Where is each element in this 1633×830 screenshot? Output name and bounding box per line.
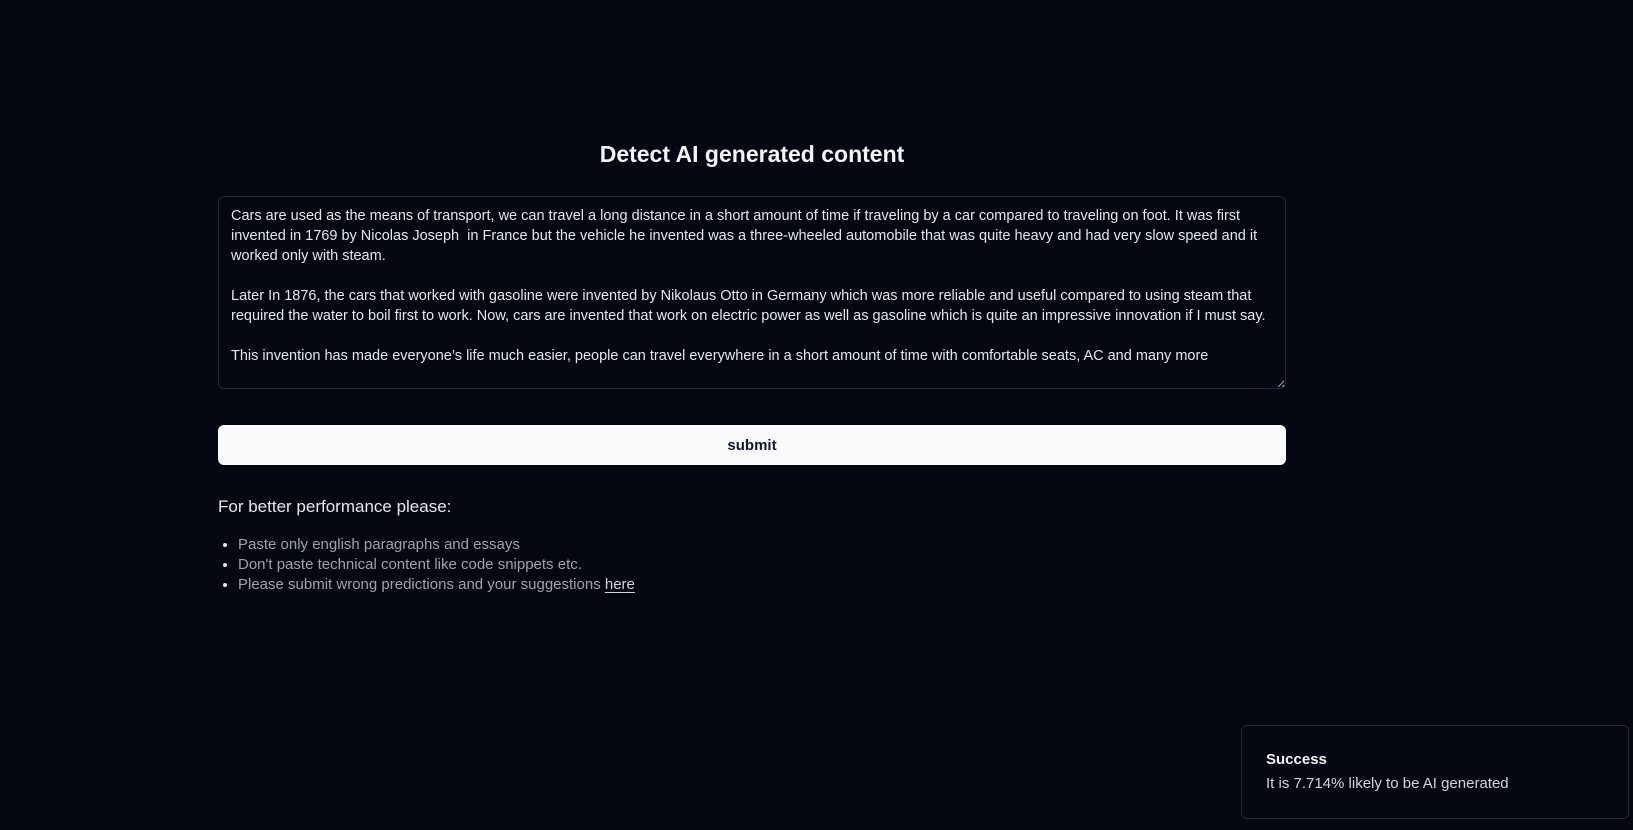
page: Detect AI generated content submit For b… [0,0,1633,830]
submit-button[interactable]: submit [218,425,1286,465]
toast-title: Success [1266,751,1327,768]
content-textarea[interactable] [218,196,1286,389]
tip-item-feedback: Please submit wrong predictions and your… [238,575,1286,595]
tips-list: Paste only english paragraphs and essays… [218,535,1286,595]
toast-message: It is 7.714% likely to be AI generated [1266,775,1509,792]
tip-item-english: Paste only english paragraphs and essays [238,535,1286,555]
main-container: Detect AI generated content submit For b… [218,136,1286,595]
tip-text: Don't paste technical content like code … [238,556,582,573]
tip-text: Please submit wrong predictions and your… [238,576,605,593]
text-input-wrapper [218,196,1286,389]
feedback-link[interactable]: here [605,576,635,593]
success-toast: Success It is 7.714% likely to be AI gen… [1241,725,1629,819]
page-title: Detect AI generated content [599,141,905,167]
tip-item-technical: Don't paste technical content like code … [238,555,1286,575]
tips-heading: For better performance please: [218,497,452,516]
tip-text: Paste only english paragraphs and essays [238,536,520,553]
